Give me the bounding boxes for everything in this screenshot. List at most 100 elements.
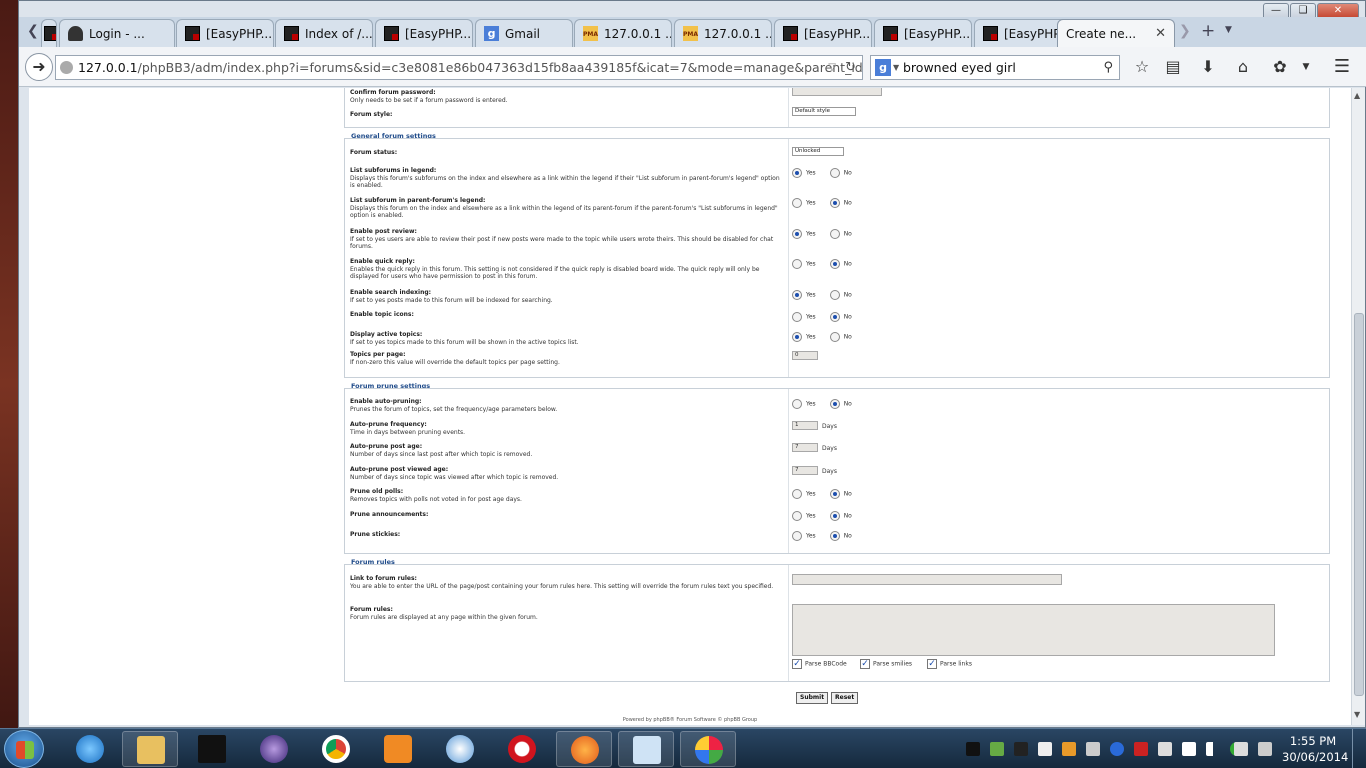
radio-yes[interactable] (792, 399, 802, 409)
checkbox-checked-icon[interactable]: ✓ (860, 659, 870, 669)
radio-yes[interactable] (792, 259, 802, 269)
general-radio-0[interactable]: Yes No (792, 168, 852, 178)
auto-prune-radio[interactable]: Yes No (792, 399, 852, 409)
taskbar-notepad[interactable] (618, 731, 674, 767)
radio-no[interactable] (829, 229, 840, 239)
parse-bbcode-checkbox[interactable]: ✓ Parse BBCode (792, 659, 847, 669)
checkbox-checked-icon[interactable]: ✓ (792, 659, 802, 669)
general-radio-2[interactable]: Yes No (792, 229, 852, 239)
taskbar-firefox[interactable] (556, 731, 612, 767)
prune-post-age-input[interactable]: 7 (792, 443, 818, 452)
radio-yes[interactable] (792, 312, 802, 322)
tab-2[interactable]: [EasyPHP... (176, 19, 274, 47)
tab-scroll-left-icon[interactable]: ❮ (27, 23, 39, 39)
radio-yes[interactable] (792, 168, 802, 178)
radio-yes[interactable] (792, 332, 802, 342)
url-history-dropdown-icon[interactable]: ▽ (828, 56, 836, 79)
checkbox-checked-icon[interactable]: ✓ (927, 659, 937, 669)
bookmark-star-icon[interactable]: ☆ (1131, 56, 1153, 78)
parse-smilies-checkbox[interactable]: ✓ Parse smilies (860, 659, 912, 669)
tab-list-icon[interactable]: ▼ (1225, 25, 1232, 35)
radio-yes[interactable] (792, 511, 802, 521)
taskbar-ie[interactable] (62, 731, 118, 767)
tab-8[interactable]: [EasyPHP... (774, 19, 872, 47)
prune-stickies-radio[interactable]: Yes No (792, 531, 852, 541)
rules-link-input[interactable] (792, 574, 1062, 585)
taskbar-eclipse[interactable] (246, 731, 302, 767)
tab-4[interactable]: [EasyPHP... (375, 19, 473, 47)
show-desktop-button[interactable] (1352, 729, 1366, 768)
radio-yes[interactable] (792, 229, 802, 239)
general-radio-5[interactable]: Yes No (792, 312, 852, 322)
radio-no[interactable] (829, 290, 840, 300)
downloads-icon[interactable]: ⬇ (1197, 56, 1219, 78)
start-button[interactable] (4, 730, 44, 768)
reload-icon[interactable]: ↻ (845, 56, 856, 79)
radio-no[interactable] (829, 198, 840, 208)
network-signal-icon[interactable] (1206, 742, 1220, 756)
radio-no[interactable] (829, 511, 840, 521)
action-center-icon[interactable] (1182, 742, 1196, 756)
taskbar-safari[interactable] (432, 731, 488, 767)
addon-icon[interactable]: ✿ (1269, 56, 1291, 78)
scroll-up-icon[interactable]: ▲ (1354, 91, 1360, 100)
bluetooth-icon[interactable] (1110, 742, 1124, 756)
general-radio-6[interactable]: Yes No (792, 332, 852, 342)
taskbar-opera[interactable] (494, 731, 550, 767)
radio-yes[interactable] (792, 531, 802, 541)
tray-app-icon[interactable] (1086, 742, 1100, 756)
tab-3[interactable]: Index of /... (275, 19, 373, 47)
prune-old-polls-radio[interactable]: Yes No (792, 489, 852, 499)
acrobat-icon[interactable] (1134, 742, 1148, 756)
tab-9[interactable]: [EasyPHP... (874, 19, 972, 47)
prune-frequency-input[interactable]: 1 (792, 421, 818, 430)
url-bar[interactable]: 127.0.0.1/phpBB3/adm/index.php?i=forums&… (55, 55, 863, 80)
easyphp-tray-icon[interactable] (966, 742, 980, 756)
google-search-engine-icon[interactable]: g (875, 59, 891, 76)
tab-5[interactable]: g Gmail (475, 19, 573, 47)
taskbar-media[interactable] (370, 731, 426, 767)
topics-per-page-input[interactable]: 0 (792, 351, 818, 360)
forum-status-select[interactable]: Unlocked (792, 147, 844, 156)
taskbar-easyphp[interactable] (184, 731, 240, 767)
tray-app-icon[interactable] (990, 742, 1004, 756)
parse-links-checkbox[interactable]: ✓ Parse links (927, 659, 972, 669)
new-tab-icon[interactable]: + (1201, 21, 1215, 41)
taskbar-chrome[interactable] (308, 731, 364, 767)
tab-7[interactable]: PMA 127.0.0.1 ... (674, 19, 772, 47)
tab-scroll-right-icon[interactable]: ❯ (1179, 23, 1191, 39)
tab-6[interactable]: PMA 127.0.0.1 ... (574, 19, 672, 47)
general-radio-3[interactable]: Yes No (792, 259, 852, 269)
radio-no[interactable] (829, 259, 840, 269)
radio-yes[interactable] (792, 198, 802, 208)
tray-app-icon[interactable] (1158, 742, 1172, 756)
radio-yes[interactable] (792, 489, 802, 499)
addon-dropdown-icon[interactable]: ▼ (1295, 56, 1317, 78)
search-engine-dropdown-icon[interactable]: ▼ (893, 56, 899, 79)
radio-no[interactable] (829, 531, 840, 541)
bookmarks-list-icon[interactable]: ▤ (1162, 56, 1184, 78)
radio-no[interactable] (829, 312, 840, 322)
close-tab-icon[interactable]: ✕ (1155, 26, 1166, 41)
general-radio-4[interactable]: Yes No (792, 290, 852, 300)
radio-no[interactable] (829, 489, 840, 499)
radio-no[interactable] (829, 332, 840, 342)
confirm-password-input[interactable] (792, 88, 882, 96)
tab-1[interactable]: Login - ... (59, 19, 175, 47)
system-clock[interactable]: 1:55 PM 30/06/2014 (1282, 733, 1348, 765)
prune-announcements-radio[interactable]: Yes No (792, 511, 852, 521)
battery-icon[interactable] (1234, 742, 1248, 756)
vertical-scrollbar[interactable]: ▲ ▼ (1351, 88, 1365, 725)
prune-viewed-age-input[interactable]: 7 (792, 466, 818, 475)
radio-no[interactable] (829, 168, 840, 178)
forum-style-select[interactable]: Default style (792, 107, 856, 116)
rules-textarea[interactable] (792, 604, 1275, 656)
taskbar-paint[interactable] (680, 731, 736, 767)
search-bar[interactable]: g ▼ browned eyed girl ⚲ (870, 55, 1120, 80)
radio-yes[interactable] (792, 290, 802, 300)
general-radio-1[interactable]: Yes No (792, 198, 852, 208)
menu-icon[interactable]: ☰ (1331, 56, 1353, 78)
reset-button[interactable]: Reset (831, 692, 859, 704)
tab-0[interactable] (41, 19, 57, 47)
back-button[interactable]: ➜ (25, 53, 53, 81)
